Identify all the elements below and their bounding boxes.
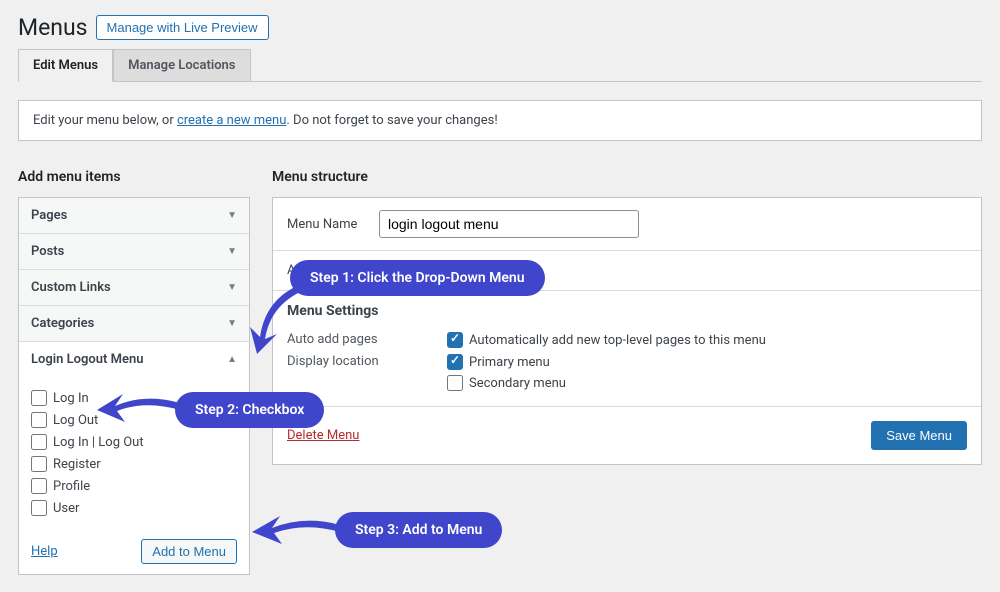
help-link[interactable]: Help [31,544,58,559]
callout-step1: Step 1: Click the Drop-Down Menu [290,260,545,296]
checkbox-login-logout[interactable] [31,434,47,450]
chevron-up-icon: ▲ [227,354,237,365]
tabs: Edit Menus Manage Locations [18,49,982,82]
checkbox-secondary-menu[interactable] [447,375,463,391]
acc-custom-links[interactable]: Custom Links▼ [19,270,249,305]
checkbox-auto-add[interactable] [447,332,463,348]
chevron-down-icon: ▼ [227,318,237,329]
acc-pages[interactable]: Pages▼ [19,198,249,233]
live-preview-button[interactable]: Manage with Live Preview [96,15,269,40]
chevron-down-icon: ▼ [227,282,237,293]
page-title: Menus [18,14,88,41]
tab-manage-locations[interactable]: Manage Locations [113,49,250,81]
list-item: Log In | Log Out [31,431,237,453]
checkbox-register[interactable] [31,456,47,472]
auto-add-label: Auto add pages [287,332,407,348]
save-menu-button[interactable]: Save Menu [871,421,967,450]
checkbox-primary-menu[interactable] [447,354,463,370]
acc-login-logout[interactable]: Login Logout Menu▲ [19,342,249,377]
menu-structure-heading: Menu structure [272,169,982,185]
notice-box: Edit your menu below, or create a new me… [18,100,982,141]
menu-name-input[interactable] [379,210,639,238]
page-header: Menus Manage with Live Preview [18,14,982,41]
list-item: Register [31,453,237,475]
callout-step3: Step 3: Add to Menu [335,512,502,548]
arrow-icon [250,510,345,550]
list-item: Profile [31,475,237,497]
delete-menu-link[interactable]: Delete Menu [287,428,359,443]
add-items-heading: Add menu items [18,169,250,185]
create-menu-link[interactable]: create a new menu [177,113,286,128]
menu-panel: Menu Name Ad Menu Settings Auto add page… [272,197,982,465]
chevron-down-icon: ▼ [227,210,237,221]
accordion: Pages▼ Posts▼ Custom Links▼ Categories▼ … [18,197,250,575]
notice-prefix: Edit your menu below, or [33,113,177,128]
menu-name-label: Menu Name [287,217,367,232]
chevron-down-icon: ▼ [227,246,237,257]
checkbox-logout[interactable] [31,412,47,428]
acc-posts[interactable]: Posts▼ [19,234,249,269]
arrow-icon [95,388,185,428]
display-location-label: Display location [287,354,407,391]
menu-settings-heading: Menu Settings [287,303,967,319]
notice-suffix: . Do not forget to save your changes! [286,113,497,128]
checkbox-user[interactable] [31,500,47,516]
checkbox-login[interactable] [31,390,47,406]
add-to-menu-button[interactable]: Add to Menu [141,539,237,564]
arrow-icon [245,282,305,362]
tab-edit-menus[interactable]: Edit Menus [18,49,113,82]
list-item: User [31,497,237,519]
checkbox-profile[interactable] [31,478,47,494]
acc-categories[interactable]: Categories▼ [19,306,249,341]
callout-step2: Step 2: Checkbox [175,392,324,428]
